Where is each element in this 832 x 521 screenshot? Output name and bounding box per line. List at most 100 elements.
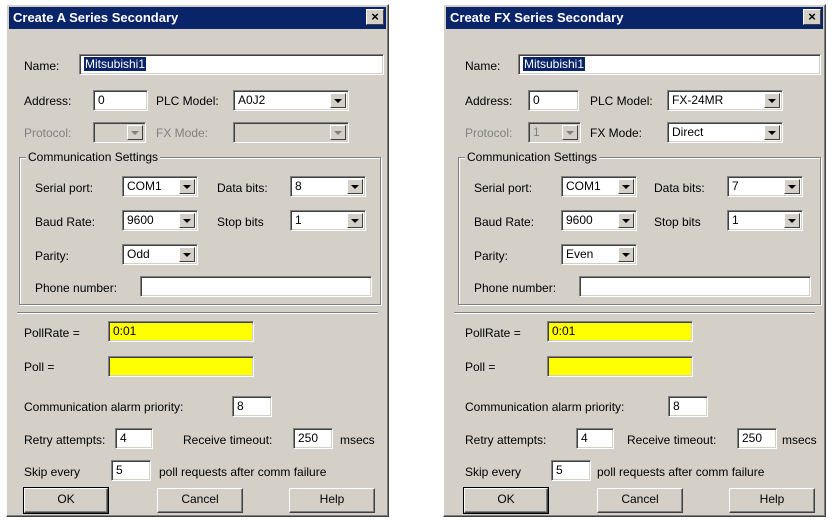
baud-rate-label: Baud Rate: bbox=[474, 215, 535, 229]
skip-every-label: Skip every bbox=[465, 465, 522, 479]
close-icon[interactable]: × bbox=[803, 9, 821, 25]
chevron-down-icon[interactable] bbox=[618, 213, 634, 228]
baud-rate-select[interactable]: 9600 bbox=[561, 210, 637, 231]
poll-field[interactable] bbox=[108, 356, 254, 377]
skip-every-field[interactable]: 5 bbox=[111, 460, 151, 481]
chevron-down-icon[interactable] bbox=[562, 125, 578, 140]
stop-bits-select[interactable]: 1 bbox=[290, 210, 366, 231]
alarm-priority-field[interactable]: 8 bbox=[668, 396, 708, 417]
skip-suffix-label: poll requests after comm failure bbox=[159, 465, 327, 479]
name-value: Mitsubishi1 bbox=[523, 57, 586, 71]
dialog-title: Create FX Series Secondary bbox=[450, 10, 624, 25]
protocol-label: Protocol: bbox=[24, 126, 72, 140]
chevron-down-icon[interactable] bbox=[618, 179, 634, 194]
phone-number-field[interactable] bbox=[140, 276, 372, 297]
stop-bits-value: 1 bbox=[295, 213, 302, 227]
pollrate-label: PollRate = bbox=[24, 326, 80, 340]
chevron-down-icon[interactable] bbox=[784, 213, 800, 228]
chevron-down-icon[interactable] bbox=[330, 125, 346, 140]
phone-number-label: Phone number: bbox=[35, 281, 118, 295]
parity-select[interactable]: Odd bbox=[122, 244, 198, 265]
chevron-down-icon[interactable] bbox=[179, 213, 195, 228]
data-bits-label: Data bits: bbox=[217, 181, 268, 195]
pollrate-field[interactable]: 0:01 bbox=[108, 321, 254, 342]
parity-select[interactable]: Even bbox=[561, 244, 637, 265]
serial-port-select[interactable]: COM1 bbox=[561, 176, 637, 197]
stop-bits-value: 1 bbox=[732, 213, 739, 227]
stop-bits-label: Stop bits bbox=[654, 215, 701, 229]
dialog-title: Create A Series Secondary bbox=[13, 10, 179, 25]
plc-model-select[interactable]: A0J2 bbox=[233, 90, 349, 111]
plc-model-value: FX-24MR bbox=[672, 93, 724, 107]
fx-mode-select[interactable]: Direct bbox=[667, 122, 783, 143]
chevron-down-icon[interactable] bbox=[330, 93, 346, 108]
serial-port-label: Serial port: bbox=[474, 181, 533, 195]
parity-label: Parity: bbox=[35, 249, 70, 263]
close-icon[interactable]: × bbox=[366, 9, 384, 25]
plc-model-value: A0J2 bbox=[238, 93, 266, 107]
data-bits-value: 7 bbox=[732, 179, 739, 193]
separator bbox=[454, 312, 815, 314]
chevron-down-icon[interactable] bbox=[179, 179, 195, 194]
create-fx-series-dialog: Create FX Series Secondary × Name: Mitsu… bbox=[443, 4, 826, 517]
msecs-label: msecs bbox=[782, 433, 817, 447]
cancel-button[interactable]: Cancel bbox=[597, 488, 683, 513]
poll-label: Poll = bbox=[465, 360, 496, 374]
ok-button[interactable]: OK bbox=[463, 487, 549, 514]
data-bits-value: 8 bbox=[295, 179, 302, 193]
chevron-down-icon[interactable] bbox=[347, 213, 363, 228]
chevron-down-icon[interactable] bbox=[784, 179, 800, 194]
stop-bits-select[interactable]: 1 bbox=[727, 210, 803, 231]
name-label: Name: bbox=[24, 59, 60, 73]
chevron-down-icon[interactable] bbox=[618, 247, 634, 262]
chevron-down-icon[interactable] bbox=[179, 247, 195, 262]
plc-model-select[interactable]: FX-24MR bbox=[667, 90, 783, 111]
phone-number-field[interactable] bbox=[579, 276, 811, 297]
fx-mode-label: FX Mode: bbox=[590, 126, 643, 140]
address-field[interactable]: 0 bbox=[528, 90, 579, 111]
serial-port-value: COM1 bbox=[127, 179, 162, 193]
chevron-down-icon[interactable] bbox=[764, 125, 780, 140]
retry-attempts-field[interactable]: 4 bbox=[576, 428, 614, 449]
parity-value: Odd bbox=[127, 247, 150, 261]
fx-mode-select[interactable] bbox=[233, 122, 349, 143]
name-field[interactable]: Mitsubishi1 bbox=[79, 54, 384, 75]
group-title: Communication Settings bbox=[26, 150, 161, 164]
title-bar[interactable]: Create FX Series Secondary × bbox=[446, 7, 823, 29]
cancel-button[interactable]: Cancel bbox=[157, 488, 243, 513]
plc-model-label: PLC Model: bbox=[156, 94, 219, 108]
create-a-series-dialog: Create A Series Secondary × Name: Mitsub… bbox=[6, 4, 389, 517]
help-button[interactable]: Help bbox=[289, 488, 375, 513]
chevron-down-icon[interactable] bbox=[764, 93, 780, 108]
receive-timeout-field[interactable]: 250 bbox=[737, 428, 777, 449]
help-button[interactable]: Help bbox=[729, 488, 815, 513]
retry-attempts-field[interactable]: 4 bbox=[115, 428, 153, 449]
chevron-down-icon[interactable] bbox=[347, 179, 363, 194]
title-bar[interactable]: Create A Series Secondary × bbox=[9, 7, 386, 29]
data-bits-select[interactable]: 8 bbox=[290, 176, 366, 197]
skip-every-label: Skip every bbox=[24, 465, 81, 479]
phone-number-label: Phone number: bbox=[474, 281, 557, 295]
protocol-select[interactable]: 1 bbox=[528, 122, 581, 143]
receive-timeout-field[interactable]: 250 bbox=[293, 428, 333, 449]
alarm-priority-field[interactable]: 8 bbox=[232, 396, 272, 417]
address-label: Address: bbox=[24, 94, 72, 108]
baud-rate-value: 9600 bbox=[566, 213, 593, 227]
baud-rate-label: Baud Rate: bbox=[35, 215, 96, 229]
name-label: Name: bbox=[465, 59, 501, 73]
serial-port-select[interactable]: COM1 bbox=[122, 176, 198, 197]
chevron-down-icon[interactable] bbox=[127, 125, 143, 140]
alarm-priority-label: Communication alarm priority: bbox=[465, 400, 625, 414]
skip-every-field[interactable]: 5 bbox=[551, 460, 591, 481]
address-field[interactable]: 0 bbox=[93, 90, 148, 111]
pollrate-field[interactable]: 0:01 bbox=[547, 321, 693, 342]
name-field[interactable]: Mitsubishi1 bbox=[518, 54, 821, 75]
serial-port-value: COM1 bbox=[566, 179, 601, 193]
baud-rate-select[interactable]: 9600 bbox=[122, 210, 198, 231]
ok-button[interactable]: OK bbox=[23, 487, 109, 514]
poll-label: Poll = bbox=[24, 360, 55, 374]
protocol-select[interactable] bbox=[93, 122, 146, 143]
poll-field[interactable] bbox=[547, 356, 693, 377]
data-bits-select[interactable]: 7 bbox=[727, 176, 803, 197]
protocol-value: 1 bbox=[533, 125, 540, 139]
